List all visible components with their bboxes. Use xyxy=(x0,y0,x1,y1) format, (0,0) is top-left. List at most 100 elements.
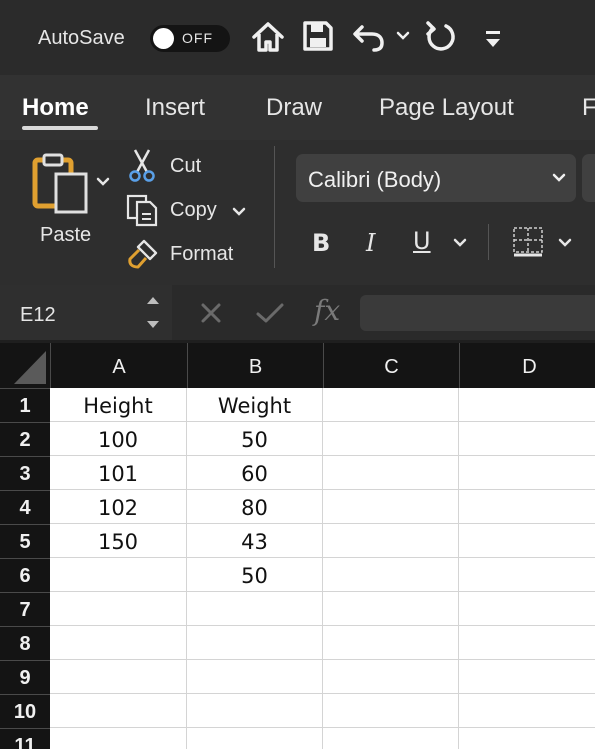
cell-c2[interactable] xyxy=(323,422,459,456)
cell-b1[interactable]: Weight xyxy=(187,388,323,422)
select-all-corner[interactable] xyxy=(0,343,50,388)
cell-b8[interactable] xyxy=(187,626,323,660)
cell-b11[interactable] xyxy=(187,728,323,749)
cell-d7[interactable] xyxy=(459,592,595,626)
cell-b3[interactable]: 60 xyxy=(187,456,323,490)
home-icon[interactable] xyxy=(250,19,286,55)
customize-toolbar-icon[interactable] xyxy=(484,28,502,50)
tab-insert[interactable]: Insert xyxy=(145,94,205,122)
italic-icon[interactable]: I xyxy=(366,229,375,257)
cell-a11[interactable] xyxy=(50,728,187,749)
active-tab-indicator xyxy=(22,126,98,130)
row-header-8[interactable]: 8 xyxy=(0,626,50,660)
undo-dropdown-chevron-icon[interactable] xyxy=(396,30,410,42)
cell-b9[interactable] xyxy=(187,660,323,694)
font-size-dropdown[interactable] xyxy=(582,154,595,202)
copy-dropdown-chevron-icon[interactable] xyxy=(232,206,246,218)
enter-check-icon[interactable] xyxy=(255,301,285,325)
cell-c1[interactable] xyxy=(323,388,459,422)
row-header-5[interactable]: 5 xyxy=(0,524,50,558)
cell-c7[interactable] xyxy=(323,592,459,626)
cell-c3[interactable] xyxy=(323,456,459,490)
cell-a6[interactable] xyxy=(50,558,187,592)
row-header-1[interactable]: 1 xyxy=(0,388,50,422)
column-header-b[interactable]: B xyxy=(187,343,323,388)
cell-c5[interactable] xyxy=(323,524,459,558)
name-box-stepper-icon[interactable] xyxy=(145,294,161,332)
cell-a10[interactable] xyxy=(50,694,187,728)
autosave-toggle[interactable]: OFF xyxy=(150,25,230,52)
row-header-10[interactable]: 10 xyxy=(0,694,50,728)
borders-icon[interactable] xyxy=(512,226,546,258)
cell-d3[interactable] xyxy=(459,456,595,490)
borders-dropdown-chevron-icon[interactable] xyxy=(558,237,572,249)
cell-b7[interactable] xyxy=(187,592,323,626)
tab-home[interactable]: Home xyxy=(22,94,89,122)
cell-b5[interactable]: 43 xyxy=(187,524,323,558)
tab-formulas[interactable]: F xyxy=(582,94,595,122)
cell-c11[interactable] xyxy=(323,728,459,749)
column-header-a[interactable]: A xyxy=(50,343,187,388)
format-painter-icon[interactable] xyxy=(126,237,160,271)
ribbon-divider xyxy=(274,146,275,268)
insert-function-fx-icon[interactable]: fx xyxy=(314,294,340,327)
cell-d2[interactable] xyxy=(459,422,595,456)
cell-d9[interactable] xyxy=(459,660,595,694)
row-header-6[interactable]: 6 xyxy=(0,558,50,592)
paste-label[interactable]: Paste xyxy=(40,224,91,247)
cell-a4[interactable]: 102 xyxy=(50,490,187,524)
cell-c10[interactable] xyxy=(323,694,459,728)
cell-d1[interactable] xyxy=(459,388,595,422)
cell-d8[interactable] xyxy=(459,626,595,660)
row-header-7[interactable]: 7 xyxy=(0,592,50,626)
paste-dropdown-chevron-icon[interactable] xyxy=(96,176,110,188)
underline-dropdown-chevron-icon[interactable] xyxy=(453,237,467,249)
copy-icon[interactable] xyxy=(125,193,159,227)
scissors-icon[interactable] xyxy=(128,148,156,182)
cell-b6[interactable]: 50 xyxy=(187,558,323,592)
cut-label[interactable]: Cut xyxy=(170,155,201,178)
row-header-2[interactable]: 2 xyxy=(0,422,50,456)
format-painter-label[interactable]: Format xyxy=(170,243,233,266)
cell-d11[interactable] xyxy=(459,728,595,749)
cell-a9[interactable] xyxy=(50,660,187,694)
cell-d10[interactable] xyxy=(459,694,595,728)
cell-d5[interactable] xyxy=(459,524,595,558)
cell-d4[interactable] xyxy=(459,490,595,524)
cancel-icon[interactable] xyxy=(199,301,223,325)
row-header-4[interactable]: 4 xyxy=(0,490,50,524)
row-header-3[interactable]: 3 xyxy=(0,456,50,490)
cell-b2[interactable]: 50 xyxy=(187,422,323,456)
tab-page-layout[interactable]: Page Layout xyxy=(379,94,514,122)
cell-a5[interactable]: 150 xyxy=(50,524,187,558)
toggle-state: OFF xyxy=(182,30,213,46)
column-header-d[interactable]: D xyxy=(459,343,595,388)
cell-a8[interactable] xyxy=(50,626,187,660)
save-icon[interactable] xyxy=(302,19,334,53)
cell-a2[interactable]: 100 xyxy=(50,422,187,456)
name-box[interactable]: E12 xyxy=(0,285,172,340)
row-header-11[interactable]: 11 xyxy=(0,728,50,749)
cell-c8[interactable] xyxy=(323,626,459,660)
cell-c6[interactable] xyxy=(323,558,459,592)
cell-c9[interactable] xyxy=(323,660,459,694)
column-header-c[interactable]: C xyxy=(323,343,459,388)
undo-icon[interactable] xyxy=(352,19,388,53)
bold-icon[interactable]: B xyxy=(312,229,330,257)
font-name-dropdown[interactable]: Calibri (Body) xyxy=(296,154,576,202)
copy-label[interactable]: Copy xyxy=(170,199,217,222)
paste-icon[interactable] xyxy=(30,152,92,214)
cell-b10[interactable] xyxy=(187,694,323,728)
cell-a3[interactable]: 101 xyxy=(50,456,187,490)
cell-a7[interactable] xyxy=(50,592,187,626)
cell-d6[interactable] xyxy=(459,558,595,592)
formula-input[interactable] xyxy=(360,295,595,331)
cell-b4[interactable]: 80 xyxy=(187,490,323,524)
cell-reference: E12 xyxy=(20,304,56,326)
tab-draw[interactable]: Draw xyxy=(266,94,322,122)
redo-icon[interactable] xyxy=(424,19,460,55)
row-header-9[interactable]: 9 xyxy=(0,660,50,694)
cell-c4[interactable] xyxy=(323,490,459,524)
cell-a1[interactable]: Height xyxy=(50,388,187,422)
underline-icon[interactable]: U xyxy=(413,227,431,255)
